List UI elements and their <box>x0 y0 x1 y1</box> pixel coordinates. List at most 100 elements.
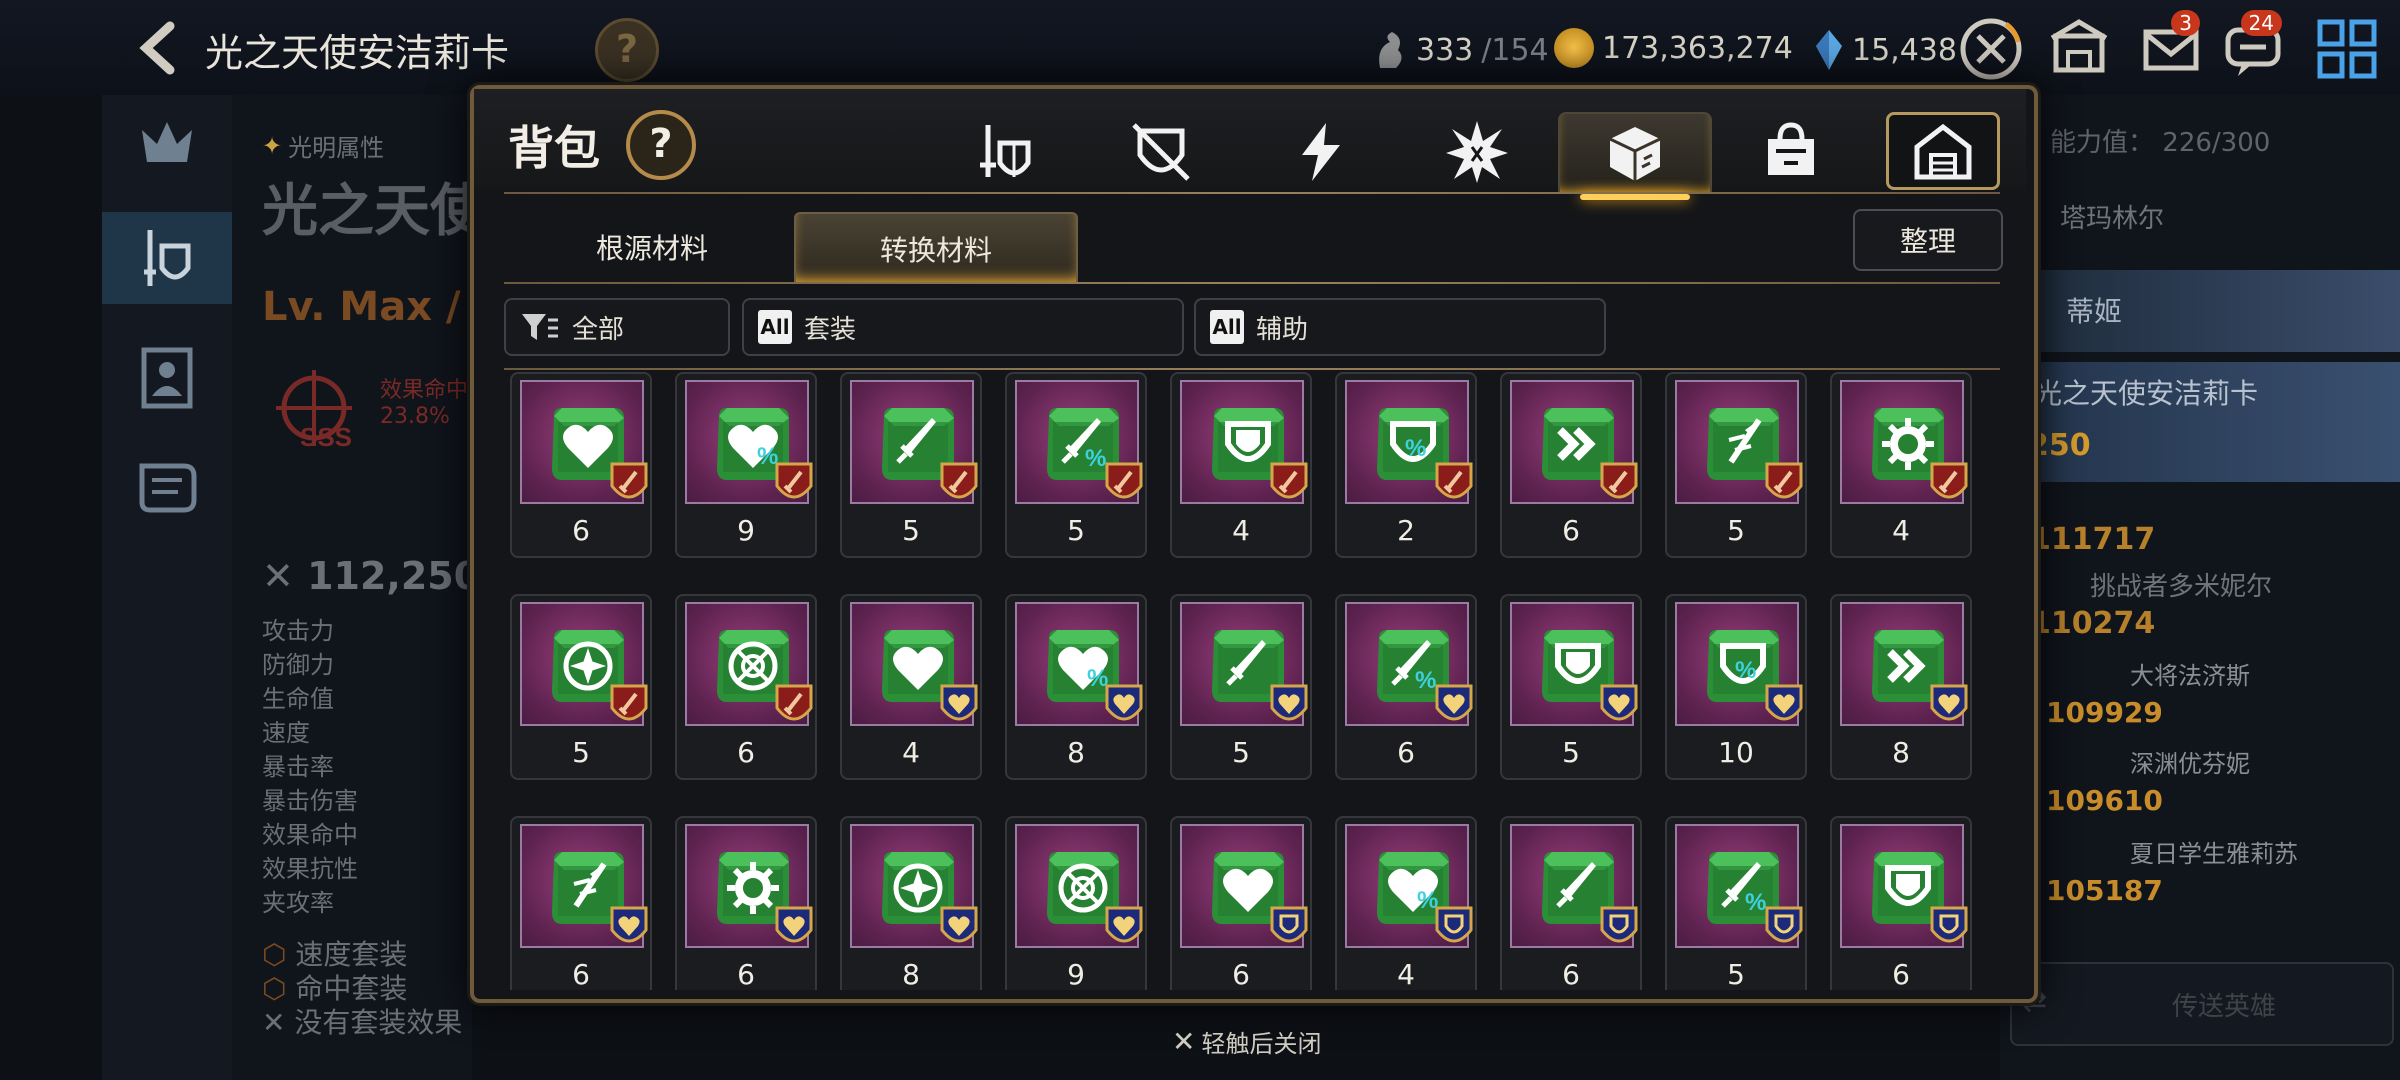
back-icon[interactable] <box>130 18 190 78</box>
heart-badge-icon <box>775 906 813 943</box>
material-item[interactable]: 6 <box>1500 372 1642 558</box>
material-item[interactable]: 4 <box>1830 372 1972 558</box>
red-badge-icon <box>610 462 648 499</box>
heart-badge-icon <box>1105 684 1143 721</box>
material-tile <box>1840 824 1968 948</box>
item-count: 6 <box>1562 958 1580 990</box>
heart-badge-icon <box>1930 684 1968 721</box>
hero-list-item[interactable]: 大将法济斯 <box>2130 656 2250 691</box>
stat-label: 暴击伤害 <box>262 787 358 815</box>
category-tab-materials[interactable] <box>1558 112 1712 200</box>
material-item[interactable]: % 4 <box>1335 816 1477 990</box>
category-tab-special[interactable] <box>1402 112 1552 192</box>
shield-badge-icon <box>1930 906 1968 943</box>
lobby-icon[interactable] <box>2044 14 2114 84</box>
material-tile: % <box>1345 824 1473 948</box>
category-tab-unequip[interactable] <box>1086 112 1236 192</box>
material-item[interactable]: 6 <box>675 816 817 990</box>
material-item[interactable]: 6 <box>510 372 652 558</box>
send-hero-button[interactable]: ⇄ 传送英雄 <box>2010 962 2394 1046</box>
category-tab-boost[interactable] <box>1246 112 1396 192</box>
shield-badge-icon <box>1765 906 1803 943</box>
category-tab-storage[interactable] <box>1886 112 2000 190</box>
material-item[interactable]: 8 <box>840 816 982 990</box>
hero-list-cp: 110274 <box>2030 606 2156 641</box>
material-tile: % <box>1675 602 1803 726</box>
mail-icon[interactable]: 3 <box>2136 10 2206 84</box>
stat-label: 攻击力 <box>262 617 334 645</box>
filter-divider <box>504 368 2000 370</box>
material-item[interactable]: 5 <box>1665 372 1807 558</box>
material-tile <box>1510 824 1638 948</box>
shield-badge-icon <box>1270 906 1308 943</box>
material-item[interactable]: 6 <box>1170 816 1312 990</box>
crystal-display[interactable]: 15,438 <box>1814 28 1957 72</box>
gold-icon <box>1554 28 1594 68</box>
hero-list-item[interactable]: 深渊优芬妮 <box>2130 744 2250 779</box>
material-item[interactable]: 5 <box>1170 594 1312 780</box>
material-tile: % <box>1015 380 1143 504</box>
chat-icon[interactable]: 24 <box>2218 10 2288 84</box>
material-item[interactable]: 6 <box>675 594 817 780</box>
menu-grid-icon[interactable] <box>2312 14 2382 84</box>
sidebar-item-equipment[interactable] <box>102 212 232 304</box>
category-tab-bag[interactable] <box>1716 112 1866 192</box>
help-button-top[interactable]: ? <box>595 18 659 82</box>
material-item[interactable]: 6 <box>1830 816 1972 990</box>
combat-power: ✕ 112,250 <box>262 554 481 598</box>
auto-battle-icon[interactable] <box>1956 14 2026 84</box>
stat-label: 夹攻率 <box>262 889 334 917</box>
material-item[interactable]: % 10 <box>1665 594 1807 780</box>
hero-list-item[interactable]: 夏日学生雅莉苏 <box>2130 834 2298 869</box>
mail-badge: 3 <box>2171 10 2200 36</box>
all-badge: All <box>1210 310 1244 344</box>
sidebar-item-profile[interactable] <box>102 330 232 422</box>
material-item[interactable]: 5 <box>840 372 982 558</box>
hero-list-item-selected[interactable]: 光之天使安洁莉卡 250 <box>2010 362 2400 482</box>
modal-title: 背包 <box>508 121 600 175</box>
material-item[interactable]: 9 <box>1005 816 1147 990</box>
gold-display[interactable]: 173,363,274 <box>1554 28 1793 68</box>
hero-list-cp: 111717 <box>2030 522 2156 557</box>
material-item[interactable]: 4 <box>1170 372 1312 558</box>
sidebar-item-hero[interactable] <box>102 100 232 192</box>
material-tile <box>685 602 813 726</box>
set-none: ✕ 没有套装效果 <box>262 1006 463 1039</box>
material-item[interactable]: 8 <box>1830 594 1972 780</box>
material-item[interactable]: 5 <box>510 594 652 780</box>
material-item[interactable]: % 5 <box>1005 372 1147 558</box>
set-hit: ⬡ 命中套装 <box>262 972 408 1005</box>
heart-badge-icon <box>940 906 978 943</box>
rank-emblem-icon: SSS <box>268 362 360 454</box>
set-list: ⬡ 速度套装 ⬡ 命中套装 ✕ 没有套装效果 <box>262 938 462 1040</box>
filter-all[interactable]: 全部 <box>504 298 730 356</box>
material-item[interactable]: % 8 <box>1005 594 1147 780</box>
material-item[interactable]: 5 <box>1500 594 1642 780</box>
close-hint[interactable]: ✕ 轻触后关闭 <box>1172 1024 1321 1059</box>
material-item[interactable]: % 2 <box>1335 372 1477 558</box>
item-count: 5 <box>902 514 920 547</box>
material-item[interactable]: 6 <box>510 816 652 990</box>
tab-source-materials[interactable]: 根源材料 <box>512 212 792 282</box>
filter-support[interactable]: All 辅助 <box>1194 298 1606 356</box>
material-item[interactable]: 4 <box>840 594 982 780</box>
lightning-icon <box>1302 123 1340 181</box>
hero-list-item[interactable]: 挑战者多米妮尔 <box>2090 566 2272 603</box>
hero-list-item[interactable]: 塔玛林尔 <box>2060 198 2164 235</box>
sort-button[interactable]: 整理 <box>1853 209 2003 271</box>
item-count: 10 <box>1718 736 1754 769</box>
material-item[interactable]: % 6 <box>1335 594 1477 780</box>
tab-conversion-materials[interactable]: 转换材料 <box>794 212 1078 284</box>
help-button[interactable]: ? <box>626 110 696 180</box>
filter-set[interactable]: All 套装 <box>742 298 1184 356</box>
heart-badge-icon <box>940 684 978 721</box>
stamina-display[interactable]: 333/154 <box>1372 28 1549 72</box>
crossed-swords-icon: ✕ <box>262 554 294 598</box>
sidebar-item-lore[interactable] <box>102 440 232 532</box>
item-count: 5 <box>1727 514 1745 547</box>
material-item[interactable]: 6 <box>1500 816 1642 990</box>
category-tab-weapon[interactable] <box>928 112 1078 192</box>
material-item[interactable]: % 5 <box>1665 816 1807 990</box>
hero-list-item[interactable]: 蒂姬 <box>2010 270 2400 352</box>
material-item[interactable]: % 9 <box>675 372 817 558</box>
